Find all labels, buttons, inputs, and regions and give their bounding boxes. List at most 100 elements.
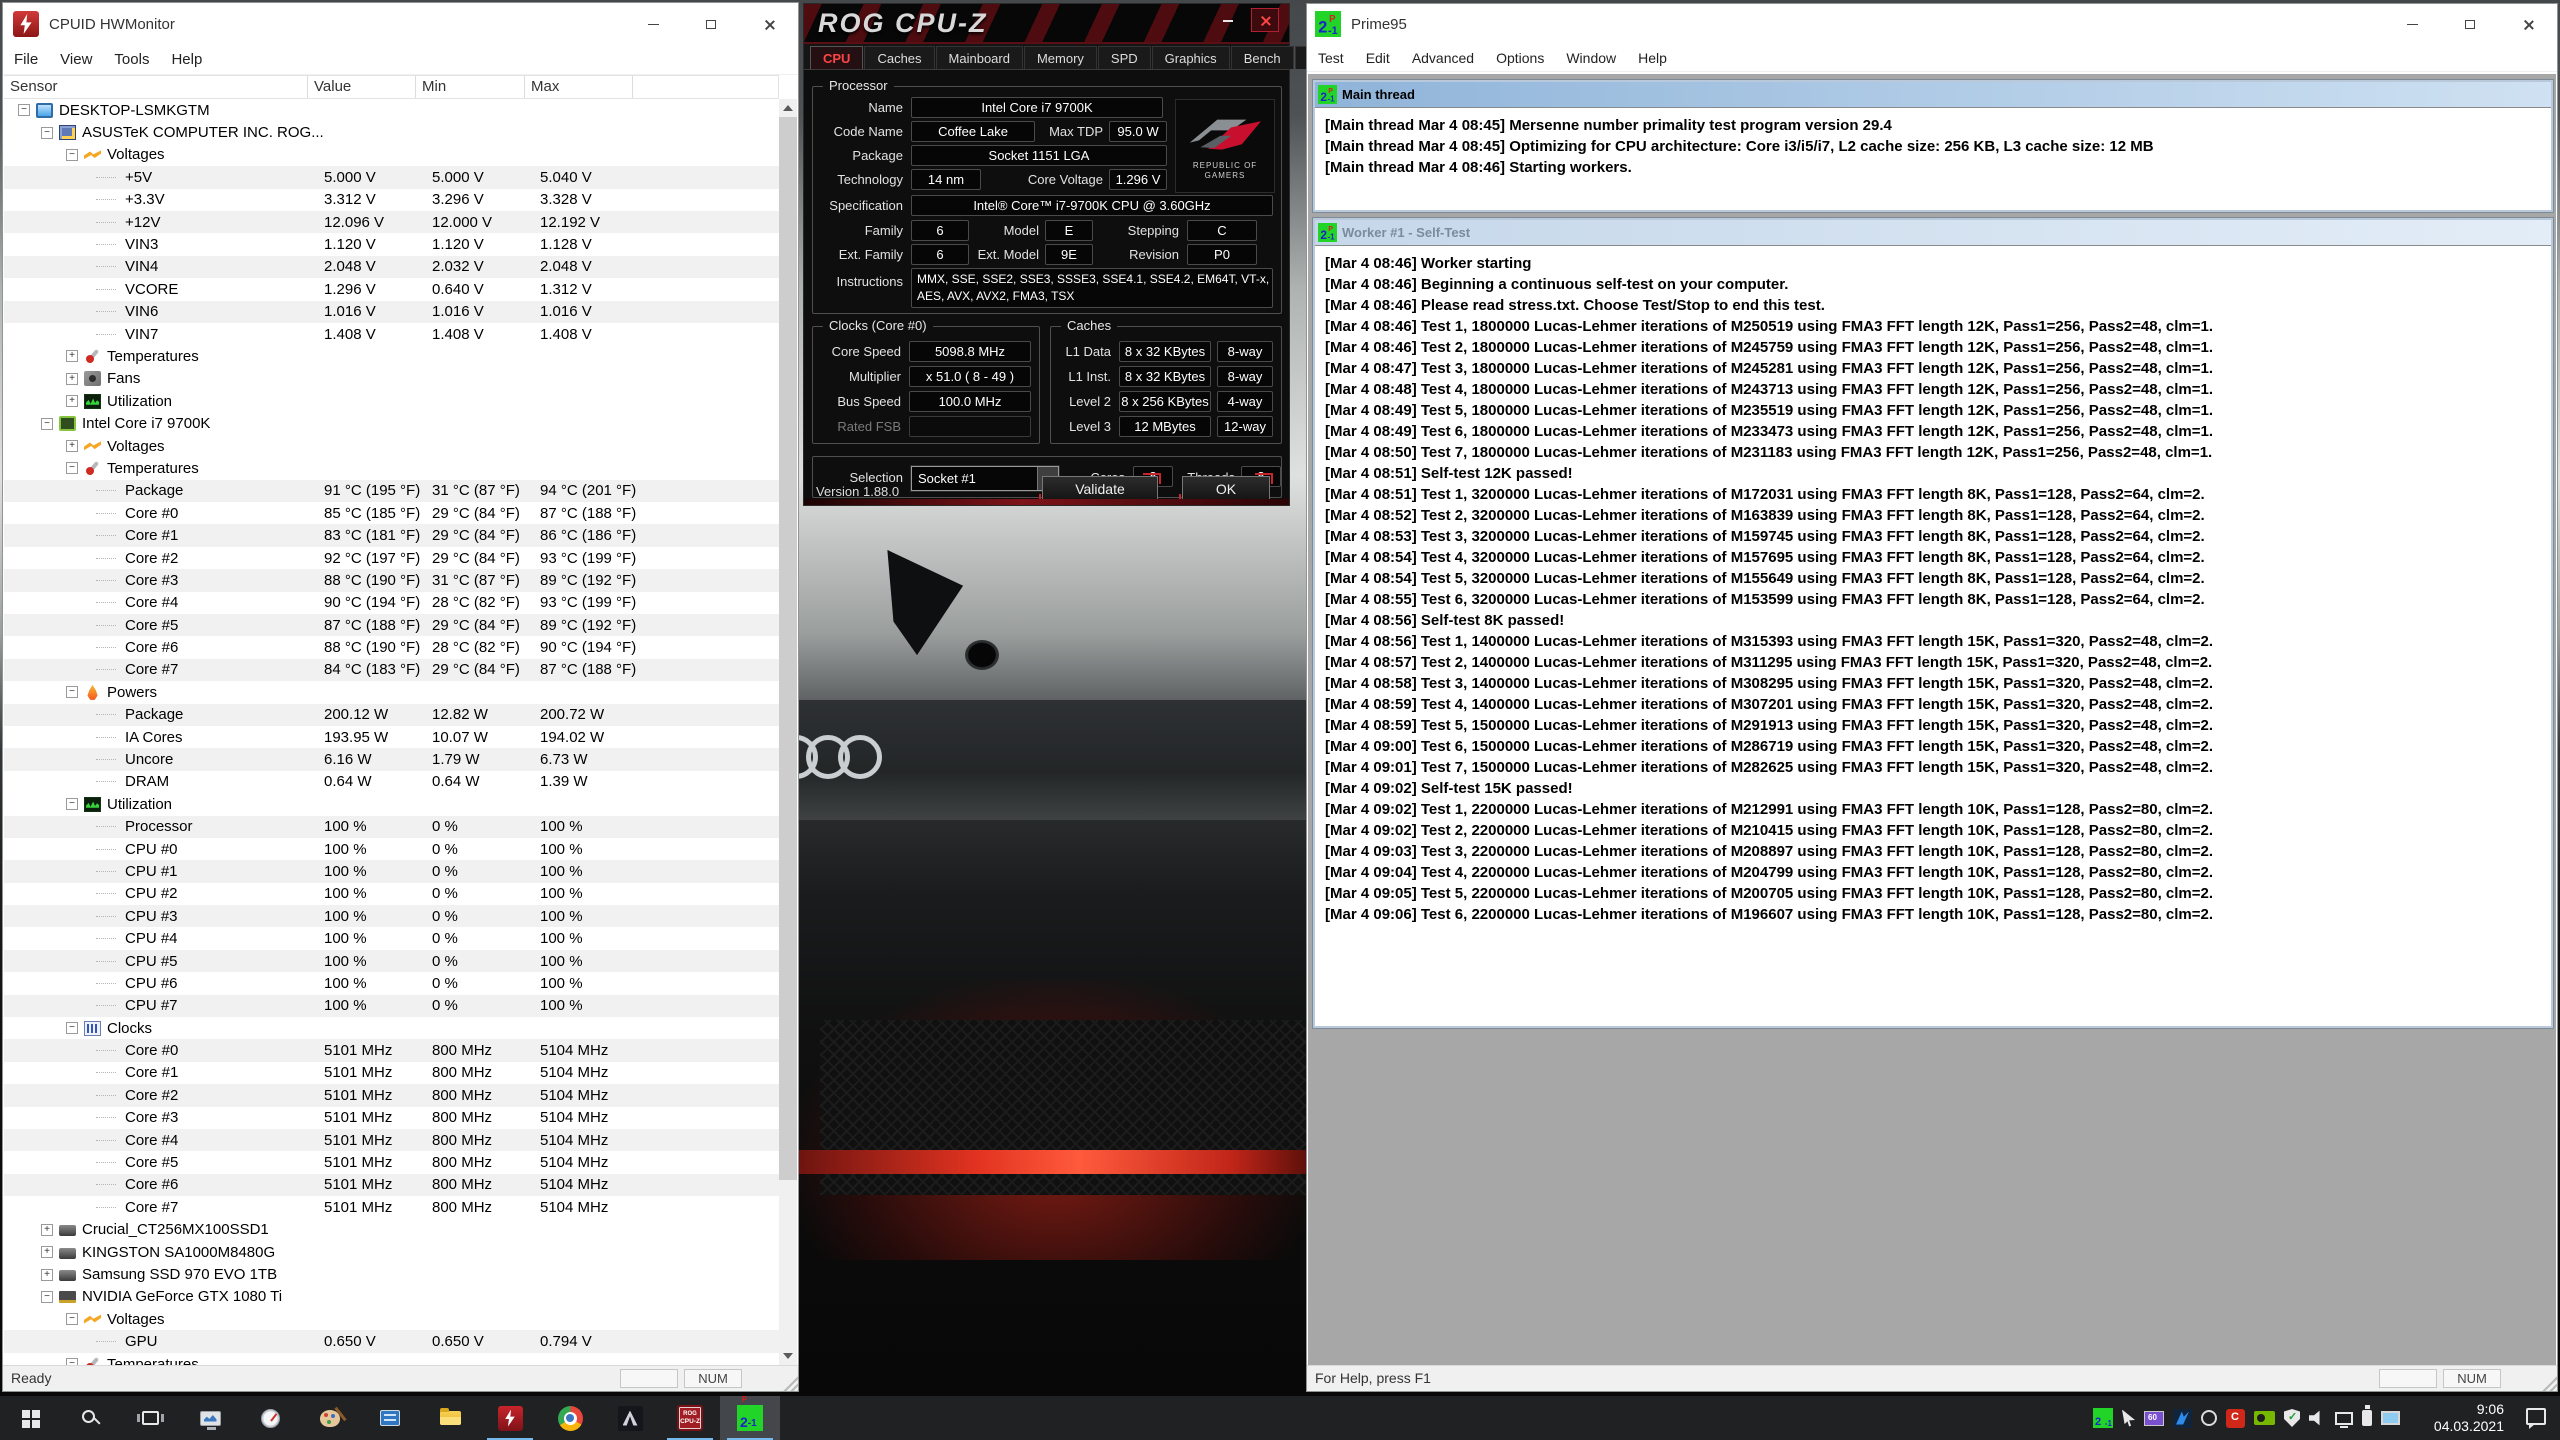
sensor-row[interactable]: Core #3 5101 MHz 800 MHz 5104 MHz <box>4 1107 779 1129</box>
sensor-row[interactable]: CPU #7 100 % 0 % 100 % <box>4 995 779 1017</box>
sensor-row[interactable]: CPU #1 100 % 0 % 100 % <box>4 860 779 882</box>
sensor-row[interactable]: Core #5 87 °C (188 °F) 29 °C (84 °F) 89 … <box>4 614 779 636</box>
tab[interactable]: Caches <box>864 46 934 69</box>
close-button[interactable] <box>1251 8 1279 32</box>
sensor-row[interactable]: − Temperatures <box>4 1353 779 1365</box>
main-thread-titlebar[interactable]: Main thread <box>1315 82 2551 107</box>
action-center-icon[interactable] <box>2526 1408 2546 1425</box>
expand-toggle-icon[interactable]: − <box>41 127 53 139</box>
sensor-row[interactable]: + KINGSTON SA1000M8480G <box>4 1241 779 1263</box>
minimize-button[interactable] <box>624 3 682 45</box>
sensor-row[interactable]: VIN6 1.016 V 1.016 V 1.016 V <box>4 301 779 323</box>
menu-item[interactable]: Edit <box>1355 50 1401 66</box>
worker-titlebar[interactable]: Worker #1 - Self-Test <box>1315 220 2551 245</box>
sensor-row[interactable]: Core #1 83 °C (181 °F) 29 °C (84 °F) 86 … <box>4 524 779 546</box>
tab[interactable]: SPD <box>1098 46 1151 69</box>
sensor-row[interactable]: DRAM 0.64 W 0.64 W 1.39 W <box>4 771 779 793</box>
tab[interactable]: Graphics <box>1152 46 1230 69</box>
scroll-up-icon[interactable] <box>783 105 793 111</box>
sensor-row[interactable]: − Voltages <box>4 1308 779 1330</box>
scrollbar-thumb[interactable] <box>779 117 797 1180</box>
sensor-row[interactable]: VCORE 1.296 V 0.640 V 1.312 V <box>4 278 779 300</box>
tray-app-blue-icon[interactable] <box>2173 1409 2192 1428</box>
tray-pointer-icon[interactable] <box>2122 1410 2135 1427</box>
taskbar-item-gauge[interactable] <box>240 1396 300 1440</box>
expand-toggle-icon[interactable]: + <box>66 350 78 362</box>
expand-toggle-icon[interactable]: − <box>66 462 78 474</box>
sensor-row[interactable]: CPU #6 100 % 0 % 100 % <box>4 972 779 994</box>
expand-toggle-icon[interactable]: + <box>66 440 78 452</box>
sensor-row[interactable]: − Clocks <box>4 1017 779 1039</box>
maximize-button[interactable] <box>2441 4 2499 44</box>
sensor-row[interactable]: Uncore 6.16 W 1.79 W 6.73 W <box>4 748 779 770</box>
tab[interactable]: Memory <box>1024 46 1097 69</box>
sensor-row[interactable]: CPU #4 100 % 0 % 100 % <box>4 927 779 949</box>
sensor-row[interactable]: CPU #0 100 % 0 % 100 % <box>4 838 779 860</box>
menu-item[interactable]: Window <box>1555 50 1627 66</box>
maximize-button[interactable] <box>682 3 740 45</box>
tray-ring-icon[interactable] <box>2201 1410 2217 1426</box>
sensor-row[interactable]: Package 91 °C (195 °F) 31 °C (87 °F) 94 … <box>4 480 779 502</box>
tray-red-c-icon[interactable] <box>2226 1409 2245 1428</box>
close-button[interactable] <box>2499 4 2557 44</box>
sensor-row[interactable]: + Temperatures <box>4 345 779 367</box>
sensor-row[interactable]: GPU 0.650 V 0.650 V 0.794 V <box>4 1330 779 1352</box>
expand-toggle-icon[interactable]: + <box>41 1246 53 1258</box>
sensor-row[interactable]: Core #2 92 °C (197 °F) 29 °C (84 °F) 93 … <box>4 547 779 569</box>
sensor-row[interactable]: Core #6 88 °C (190 °F) 28 °C (82 °F) 90 … <box>4 636 779 658</box>
taskbar-item-file-explorer[interactable] <box>420 1396 480 1440</box>
sensor-row[interactable]: +5V 5.000 V 5.000 V 5.040 V <box>4 166 779 188</box>
sensor-row[interactable]: + Utilization <box>4 390 779 412</box>
sensor-row[interactable]: − Powers <box>4 681 779 703</box>
sensor-row[interactable]: − Temperatures <box>4 457 779 479</box>
prime95-titlebar[interactable]: Prime95 <box>1307 4 2557 44</box>
taskbar-clock[interactable]: 9:06 04.03.2021 <box>2408 1401 2504 1435</box>
tab[interactable]: CPU <box>810 46 863 69</box>
task-view-button[interactable] <box>120 1396 180 1440</box>
sensor-row[interactable]: CPU #5 100 % 0 % 100 % <box>4 950 779 972</box>
vertical-scrollbar[interactable] <box>779 99 797 1365</box>
tray-network-icon[interactable] <box>2335 1412 2353 1425</box>
taskbar-item-cpuz[interactable] <box>660 1396 720 1440</box>
expand-toggle-icon[interactable]: − <box>41 418 53 430</box>
sensor-row[interactable]: VIN3 1.120 V 1.120 V 1.128 V <box>4 233 779 255</box>
sensor-row[interactable]: − ASUSTeK COMPUTER INC. ROG... <box>4 121 779 143</box>
column-header-value[interactable]: Value <box>308 76 416 98</box>
sensor-row[interactable]: − Utilization <box>4 793 779 815</box>
socket-selector[interactable]: Socket #1 <box>911 466 1059 491</box>
expand-toggle-icon[interactable]: − <box>18 104 30 116</box>
tab[interactable]: Bench <box>1231 46 1294 69</box>
sensor-row[interactable]: Core #5 5101 MHz 800 MHz 5104 MHz <box>4 1151 779 1173</box>
expand-toggle-icon[interactable]: − <box>66 686 78 698</box>
close-button[interactable] <box>740 3 798 45</box>
worker-window[interactable]: Worker #1 - Self-Test [Mar 4 08:46] Work… <box>1313 218 2553 1028</box>
menu-item[interactable]: File <box>3 51 49 68</box>
sensor-row[interactable]: Core #4 5101 MHz 800 MHz 5104 MHz <box>4 1129 779 1151</box>
taskbar-item-paint[interactable] <box>300 1396 360 1440</box>
sensor-row[interactable]: VIN7 1.408 V 1.408 V 1.408 V <box>4 323 779 345</box>
sensor-row[interactable]: +3.3V 3.312 V 3.296 V 3.328 V <box>4 189 779 211</box>
expand-toggle-icon[interactable]: − <box>66 149 78 161</box>
hwmonitor-titlebar[interactable]: CPUID HWMonitor <box>3 3 798 45</box>
sensor-row[interactable]: VIN4 2.048 V 2.032 V 2.048 V <box>4 256 779 278</box>
sensor-row[interactable]: CPU #2 100 % 0 % 100 % <box>4 883 779 905</box>
sensor-row[interactable]: Processor 100 % 0 % 100 % <box>4 816 779 838</box>
tab[interactable]: Mainboard <box>936 46 1023 69</box>
column-header-min[interactable]: Min <box>416 76 525 98</box>
sensor-row[interactable]: CPU #3 100 % 0 % 100 % <box>4 905 779 927</box>
scroll-down-icon[interactable] <box>783 1353 793 1359</box>
expand-toggle-icon[interactable]: + <box>41 1224 53 1236</box>
main-thread-window[interactable]: Main thread [Main thread Mar 4 08:45] Me… <box>1313 80 2553 212</box>
taskbar-item-hwmonitor[interactable] <box>480 1396 540 1440</box>
menu-item[interactable]: Help <box>1627 50 1678 66</box>
expand-toggle-icon[interactable]: + <box>66 373 78 385</box>
taskbar-item-system-info[interactable] <box>360 1396 420 1440</box>
menu-item[interactable]: Tools <box>103 51 160 68</box>
sensor-row[interactable]: Core #7 5101 MHz 800 MHz 5104 MHz <box>4 1196 779 1218</box>
column-header-max[interactable]: Max <box>525 76 633 98</box>
expand-toggle-icon[interactable]: − <box>66 1022 78 1034</box>
sensor-row[interactable]: + Fans <box>4 368 779 390</box>
sensor-row[interactable]: Core #1 5101 MHz 800 MHz 5104 MHz <box>4 1062 779 1084</box>
sensor-row[interactable]: + Voltages <box>4 435 779 457</box>
expand-toggle-icon[interactable]: − <box>66 798 78 810</box>
